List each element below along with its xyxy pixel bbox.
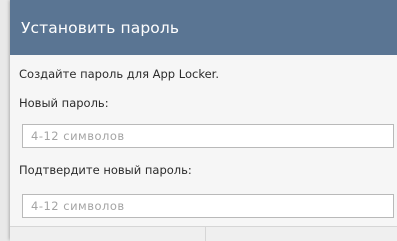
confirm-password-label: Подтвердите новый пароль:: [19, 163, 192, 177]
dialog-description: Создайте пароль для App Locker.: [19, 67, 219, 81]
new-password-label: Новый пароль:: [19, 96, 109, 110]
dialog-button-left[interactable]: [10, 227, 206, 241]
new-password-input[interactable]: [22, 124, 394, 148]
dialog-button-bar: [10, 226, 397, 241]
set-password-dialog: Установить пароль Создайте пароль для Ap…: [10, 0, 397, 241]
dialog-title: Установить пароль: [21, 19, 180, 37]
dialog-title-bar: Установить пароль: [10, 0, 397, 55]
dialog-button-right[interactable]: [206, 227, 397, 241]
confirm-password-input[interactable]: [22, 194, 394, 218]
